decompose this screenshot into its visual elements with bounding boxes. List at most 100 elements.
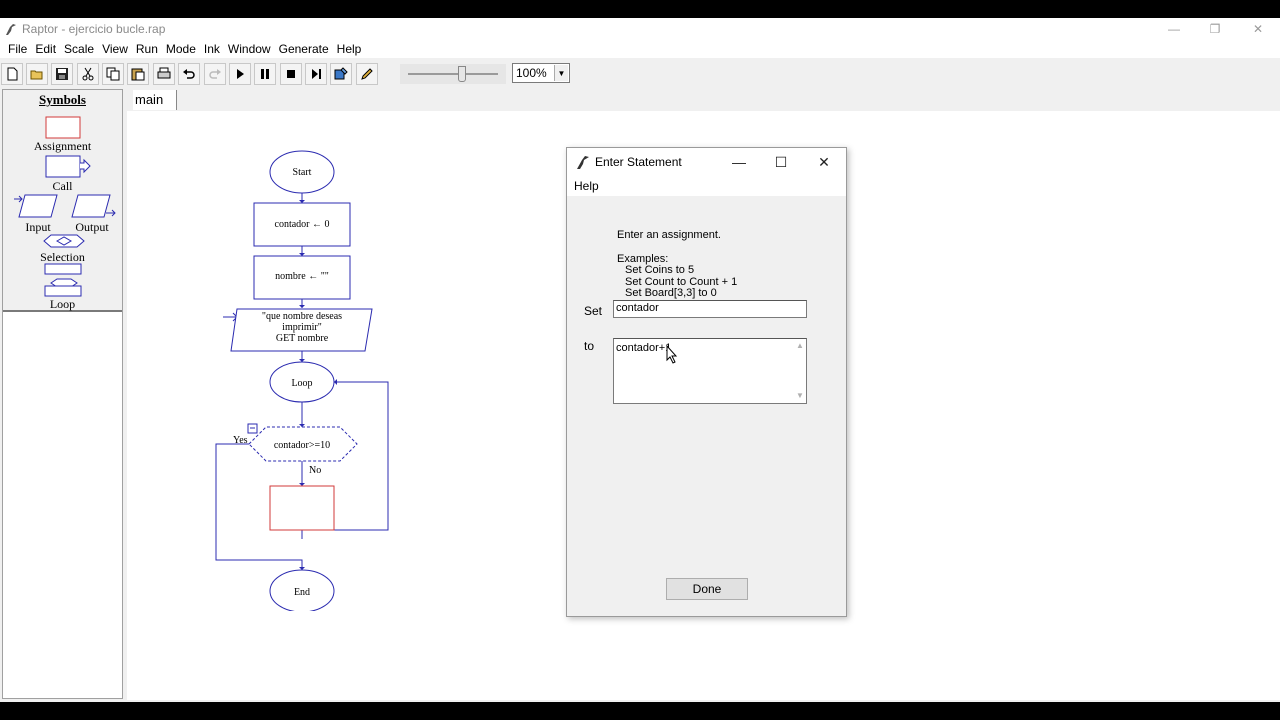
dialog-menu-bar: Help (567, 176, 846, 196)
instruction-text: Enter an assignment. (617, 229, 721, 241)
output-symbol-icon[interactable] (71, 194, 117, 220)
pause-button[interactable] (254, 63, 276, 85)
symbol-label-loop: Loop (49, 297, 76, 311)
loop-symbol-icon[interactable] (43, 263, 85, 297)
pen-icon (361, 68, 373, 80)
debug-icon (334, 67, 348, 80)
debug-button[interactable] (330, 63, 352, 85)
example-line: Set Board[3,3] to 0 (625, 287, 717, 299)
symbols-heading: Symbols (39, 92, 86, 107)
raptor-icon (577, 156, 589, 169)
selection-symbol-icon[interactable] (43, 234, 85, 248)
menu-scale[interactable]: Scale (60, 40, 98, 58)
assignment-label-contador: contador ← 0 (275, 219, 330, 230)
open-icon (30, 70, 43, 80)
enter-statement-dialog: Enter Statement — ☐ ✕ Help Enter an assi… (566, 147, 847, 617)
undo-button[interactable] (178, 63, 200, 85)
to-expression-textarea[interactable]: contador+1 ▲ ▼ (613, 338, 807, 404)
stop-icon (287, 70, 295, 78)
redo-button[interactable] (204, 63, 226, 85)
print-button[interactable] (153, 63, 175, 85)
end-label: End (294, 587, 310, 598)
zoom-slider[interactable] (400, 64, 506, 84)
menu-view[interactable]: View (98, 40, 132, 58)
new-assignment-box[interactable] (269, 485, 335, 531)
input-arrow (223, 312, 238, 322)
assignment-label-nombre: nombre ← "" (275, 271, 329, 282)
toolbar: 100% ▼ (0, 60, 1280, 88)
zoom-value: 100% (516, 66, 547, 80)
textarea-scrollbar[interactable]: ▲ ▼ (794, 339, 806, 403)
menu-window[interactable]: Window (224, 40, 275, 58)
menu-mode[interactable]: Mode (162, 40, 200, 58)
menu-ink[interactable]: Ink (200, 40, 224, 58)
symbols-panel: Symbols Assignment Call Input Output Sel… (2, 89, 123, 699)
yes-label: Yes (233, 435, 248, 446)
tab-main[interactable]: main (133, 90, 177, 110)
symbol-label-assignment: Assignment (33, 139, 92, 153)
print-icon (157, 67, 171, 79)
chevron-up-icon[interactable]: ▲ (796, 341, 804, 350)
to-expression-text: contador+1 (616, 342, 672, 354)
menu-generate[interactable]: Generate (275, 40, 333, 58)
set-variable-input[interactable]: contador (613, 300, 807, 318)
title-bar: Raptor - ejercicio bucle.rap — ❐ ✕ (0, 18, 1280, 40)
paste-icon (131, 68, 145, 81)
chevron-down-icon[interactable]: ▼ (554, 65, 568, 81)
save-button[interactable] (51, 63, 73, 85)
new-icon (7, 67, 18, 81)
paste-button[interactable] (127, 63, 149, 85)
dialog-minimize-button[interactable]: — (728, 152, 750, 172)
new-button[interactable] (1, 63, 23, 85)
zoom-slider-thumb[interactable] (458, 66, 466, 82)
zoom-select[interactable]: 100% ▼ (512, 63, 570, 83)
dialog-title-bar: Enter Statement — ☐ ✕ (567, 148, 846, 176)
menu-edit[interactable]: Edit (31, 40, 60, 58)
flowchart: Start contador ← 0 nombre ← "" "que nomb… (215, 150, 389, 611)
symbol-label-input: Input (25, 220, 51, 234)
cut-button[interactable] (77, 63, 99, 85)
symbol-label-call: Call (52, 179, 73, 193)
input-prompt-line2: imprimir" (282, 322, 322, 333)
call-symbol-icon[interactable] (45, 155, 91, 179)
to-label: to (584, 339, 595, 353)
copy-icon (106, 67, 120, 81)
input-prompt-line1: "que nombre deseas (262, 311, 342, 322)
menu-run[interactable]: Run (132, 40, 162, 58)
example-line: Set Coins to 5 (625, 264, 695, 276)
open-button[interactable] (26, 63, 48, 85)
loop-label: Loop (291, 378, 312, 389)
dialog-title: Enter Statement (595, 155, 682, 169)
assignment-symbol-icon[interactable] (45, 116, 81, 140)
chevron-down-icon[interactable]: ▼ (796, 391, 804, 400)
raptor-window: Raptor - ejercicio bucle.rap — ❐ ✕ File … (0, 18, 1280, 702)
symbols-palette: Symbols Assignment Call Input Output Sel… (3, 90, 122, 312)
window-title: Raptor - ejercicio bucle.rap (22, 22, 166, 36)
save-icon (56, 68, 68, 80)
input-get-label: GET nombre (276, 333, 329, 344)
step-button[interactable] (305, 63, 327, 85)
dialog-close-button[interactable]: ✕ (813, 152, 835, 172)
zoom-slider-track (408, 73, 498, 75)
start-label: Start (293, 167, 312, 178)
play-icon (237, 69, 244, 79)
pen-button[interactable] (356, 63, 378, 85)
menu-file[interactable]: File (4, 40, 31, 58)
input-symbol-icon[interactable] (13, 194, 59, 220)
dialog-menu-help[interactable]: Help (574, 179, 599, 193)
play-button[interactable] (229, 63, 251, 85)
done-button[interactable]: Done (666, 578, 748, 600)
tab-bar: main (127, 89, 1280, 111)
raptor-icon (6, 24, 16, 35)
set-label: Set (584, 304, 603, 318)
dialog-maximize-button[interactable]: ☐ (770, 152, 792, 172)
menu-help[interactable]: Help (333, 40, 366, 58)
restore-button[interactable]: ❐ (1193, 18, 1237, 40)
stop-button[interactable] (280, 63, 302, 85)
pause-icon (261, 69, 269, 79)
menu-bar: File Edit Scale View Run Mode Ink Window… (0, 40, 1280, 58)
close-button[interactable]: ✕ (1236, 18, 1280, 40)
copy-button[interactable] (102, 63, 124, 85)
minimize-button[interactable]: — (1152, 18, 1196, 40)
no-label: No (309, 465, 321, 476)
